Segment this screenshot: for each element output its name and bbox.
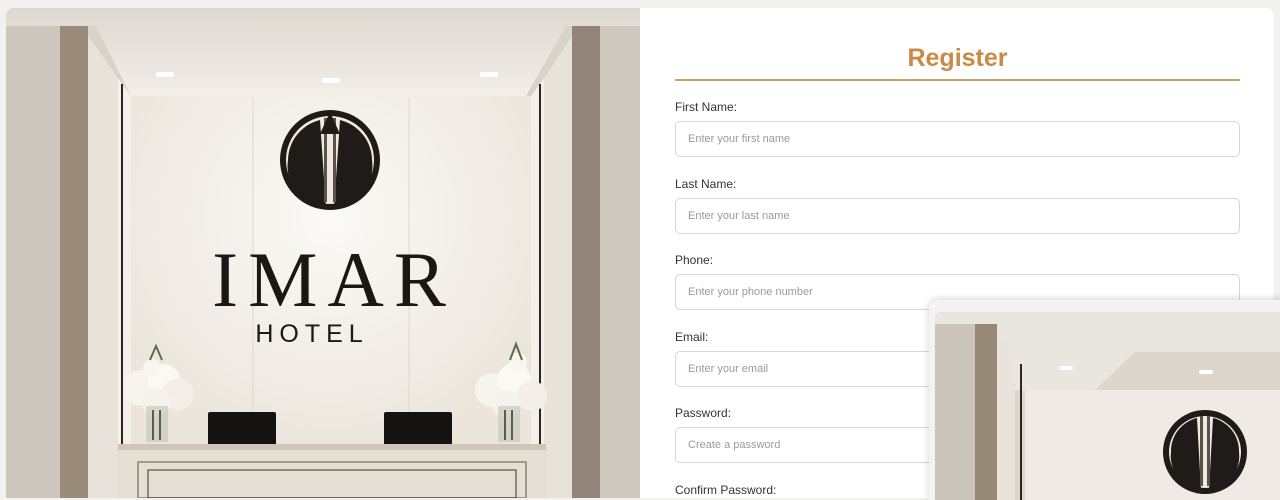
first-name-input[interactable] bbox=[675, 121, 1240, 157]
first-name-label: First Name: bbox=[675, 100, 738, 114]
phone-label: Phone: bbox=[675, 253, 714, 267]
monitor-right bbox=[384, 412, 452, 446]
monitor-left bbox=[208, 412, 276, 446]
hotel-logo-name: IMAR bbox=[212, 236, 456, 323]
preview-image bbox=[935, 312, 1280, 500]
hotel-logo-sub: HOTEL bbox=[255, 320, 368, 348]
hotel-emblem bbox=[280, 110, 380, 210]
lobby-illustration: IMAR HOTEL bbox=[6, 8, 640, 498]
preview-lobby-illustration bbox=[935, 312, 1280, 500]
hotel-lobby-image: IMAR HOTEL bbox=[6, 8, 640, 498]
confirm-password-label: Confirm Password: bbox=[675, 483, 777, 497]
email-label: Email: bbox=[675, 330, 709, 344]
form-title: Register bbox=[907, 44, 1008, 72]
password-label: Password: bbox=[675, 406, 732, 420]
last-name-label: Last Name: bbox=[675, 177, 737, 191]
image-preview-popup[interactable] bbox=[929, 300, 1280, 500]
title-divider bbox=[675, 79, 1240, 81]
last-name-input[interactable] bbox=[675, 198, 1240, 234]
